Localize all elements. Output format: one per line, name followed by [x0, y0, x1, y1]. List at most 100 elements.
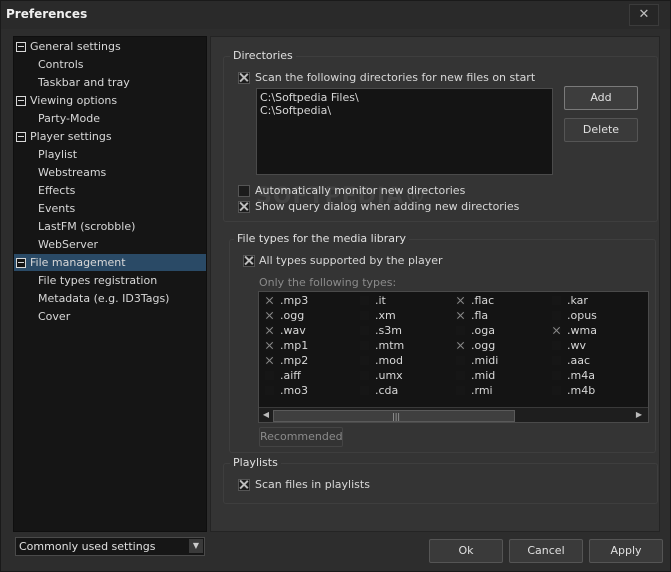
sidebar-item-label: File types registration	[38, 274, 158, 287]
file-type-label: .mid	[471, 369, 496, 382]
all-types-label: All types supported by the player	[259, 254, 443, 267]
file-type-checkbox[interactable]	[456, 356, 465, 365]
sidebar-item-label: Effects	[38, 184, 76, 197]
grip-icon: |||	[392, 412, 401, 421]
file-type-checkbox[interactable]	[552, 386, 561, 395]
file-type-label: .mp1	[280, 339, 309, 352]
file-type-label: .cda	[375, 384, 399, 397]
sidebar-item-effects[interactable]: Effects	[14, 182, 206, 199]
file-type-checkbox[interactable]	[360, 356, 369, 365]
file-type-checkbox[interactable]	[265, 311, 274, 320]
collapse-icon[interactable]	[16, 132, 26, 142]
close-icon: ✕	[638, 7, 650, 22]
file-type-label: .it	[375, 294, 386, 307]
sidebar-item-label: Webstreams	[38, 166, 107, 179]
sidebar-item-playlist[interactable]: Playlist	[14, 146, 206, 163]
file-type-label: .umx	[375, 369, 403, 382]
ok-button[interactable]: Ok	[429, 539, 503, 563]
delete-directory-button[interactable]: Delete	[564, 118, 638, 142]
file-type-checkbox[interactable]	[552, 371, 561, 380]
file-type-checkbox[interactable]	[552, 356, 561, 365]
file-type-checkbox[interactable]	[456, 326, 465, 335]
sidebar-item-label: Viewing options	[30, 94, 118, 107]
sidebar-item-lastfm-scrobble[interactable]: LastFM (scrobble)	[14, 218, 206, 235]
settings-tree[interactable]: General settings Controls Taskbar and tray…	[13, 36, 207, 532]
file-type-checkbox[interactable]	[552, 341, 561, 350]
file-type-label: .kar	[567, 294, 588, 307]
collapse-icon[interactable]	[16, 258, 26, 268]
sidebar-item-controls[interactable]: Controls	[14, 56, 206, 73]
sidebar-item-webserver[interactable]: WebServer	[14, 236, 206, 253]
directory-item[interactable]: C:\Softpedia\	[260, 104, 331, 117]
file-type-label: .mtm	[375, 339, 405, 352]
sidebar-item-label: Cover	[38, 310, 71, 323]
file-types-list[interactable]: ◀ ||| ▶ .mp3 .ogg .wav .mp1 .mp2 .aiff .mo3 .it…	[258, 291, 649, 423]
sidebar-item-label: General settings	[30, 40, 121, 53]
file-type-checkbox[interactable]	[265, 341, 274, 350]
file-type-checkbox[interactable]	[456, 371, 465, 380]
apply-button[interactable]: Apply	[589, 539, 663, 563]
all-types-checkbox[interactable]	[243, 255, 255, 267]
file-type-checkbox[interactable]	[552, 326, 561, 335]
chevron-down-icon[interactable]: ▼	[189, 539, 203, 553]
sidebar-item-party-mode[interactable]: Party-Mode	[14, 110, 206, 127]
file-type-checkbox[interactable]	[360, 311, 369, 320]
file-type-checkbox[interactable]	[360, 371, 369, 380]
file-type-checkbox[interactable]	[265, 326, 274, 335]
sidebar-item-webstreams[interactable]: Webstreams	[14, 164, 206, 181]
sidebar-item-label: Metadata (e.g. ID3Tags)	[38, 292, 170, 305]
sidebar-item-cover[interactable]: Cover	[14, 308, 206, 325]
file-type-checkbox[interactable]	[456, 341, 465, 350]
file-type-label: .aac	[567, 354, 591, 367]
sidebar-item-file-types-registration[interactable]: File types registration	[14, 272, 206, 289]
sidebar-item-player-settings[interactable]: Player settings	[14, 128, 206, 145]
file-type-checkbox[interactable]	[360, 341, 369, 350]
file-type-checkbox[interactable]	[265, 386, 274, 395]
scan-playlists-label: Scan files in playlists	[255, 478, 370, 491]
file-type-label: .mp2	[280, 354, 309, 367]
scroll-right-icon[interactable]: ▶	[634, 410, 644, 420]
file-type-checkbox[interactable]	[456, 311, 465, 320]
sidebar-item-file-management[interactable]: File management	[14, 254, 206, 271]
scrollbar-thumb[interactable]: |||	[273, 410, 515, 422]
sidebar-item-general-settings[interactable]: General settings	[14, 38, 206, 55]
file-type-checkbox[interactable]	[552, 311, 561, 320]
sidebar-item-metadata-e-g-id3tags[interactable]: Metadata (e.g. ID3Tags)	[14, 290, 206, 307]
file-type-label: .midi	[471, 354, 499, 367]
add-directory-button[interactable]: Add	[564, 86, 638, 110]
query-dialog-checkbox[interactable]	[238, 201, 250, 213]
sidebar-item-events[interactable]: Events	[14, 200, 206, 217]
file-type-checkbox[interactable]	[265, 356, 274, 365]
scan-directories-checkbox[interactable]	[238, 72, 250, 84]
file-type-checkbox[interactable]	[265, 371, 274, 380]
collapse-icon[interactable]	[16, 42, 26, 52]
directories-list[interactable]: C:\Softpedia Files\ C:\Softpedia\	[256, 88, 553, 175]
file-type-checkbox[interactable]	[265, 296, 274, 305]
cancel-button[interactable]: Cancel	[509, 539, 583, 563]
horizontal-scrollbar[interactable]: ◀ ||| ▶	[259, 407, 648, 422]
file-type-checkbox[interactable]	[360, 386, 369, 395]
preferences-window: Preferences ✕ General settings Controls Ta…	[0, 0, 671, 572]
scan-playlists-checkbox[interactable]	[238, 479, 250, 491]
file-type-label: .opus	[567, 309, 597, 322]
file-type-checkbox[interactable]	[360, 296, 369, 305]
recommended-button[interactable]: Recommended	[259, 427, 343, 447]
monitor-directories-checkbox[interactable]	[238, 185, 250, 197]
scroll-left-icon[interactable]: ◀	[261, 410, 271, 420]
file-type-checkbox[interactable]	[360, 326, 369, 335]
sidebar-item-viewing-options[interactable]: Viewing options	[14, 92, 206, 109]
directory-item[interactable]: C:\Softpedia Files\	[260, 91, 359, 104]
collapse-icon[interactable]	[16, 96, 26, 106]
close-button[interactable]: ✕	[629, 4, 659, 26]
file-type-checkbox[interactable]	[456, 296, 465, 305]
file-type-label: .wav	[280, 324, 306, 337]
file-type-label: .fla	[471, 309, 489, 322]
sidebar-item-taskbar-and-tray[interactable]: Taskbar and tray	[14, 74, 206, 91]
settings-filter-dropdown[interactable]: Commonly used settings ▼	[15, 537, 205, 556]
title-bar: Preferences ✕	[1, 1, 670, 29]
window-title: Preferences	[6, 7, 88, 21]
file-type-checkbox[interactable]	[456, 386, 465, 395]
file-type-label: .oga	[471, 324, 495, 337]
file-type-checkbox[interactable]	[552, 296, 561, 305]
playlists-title: Playlists	[230, 456, 281, 469]
